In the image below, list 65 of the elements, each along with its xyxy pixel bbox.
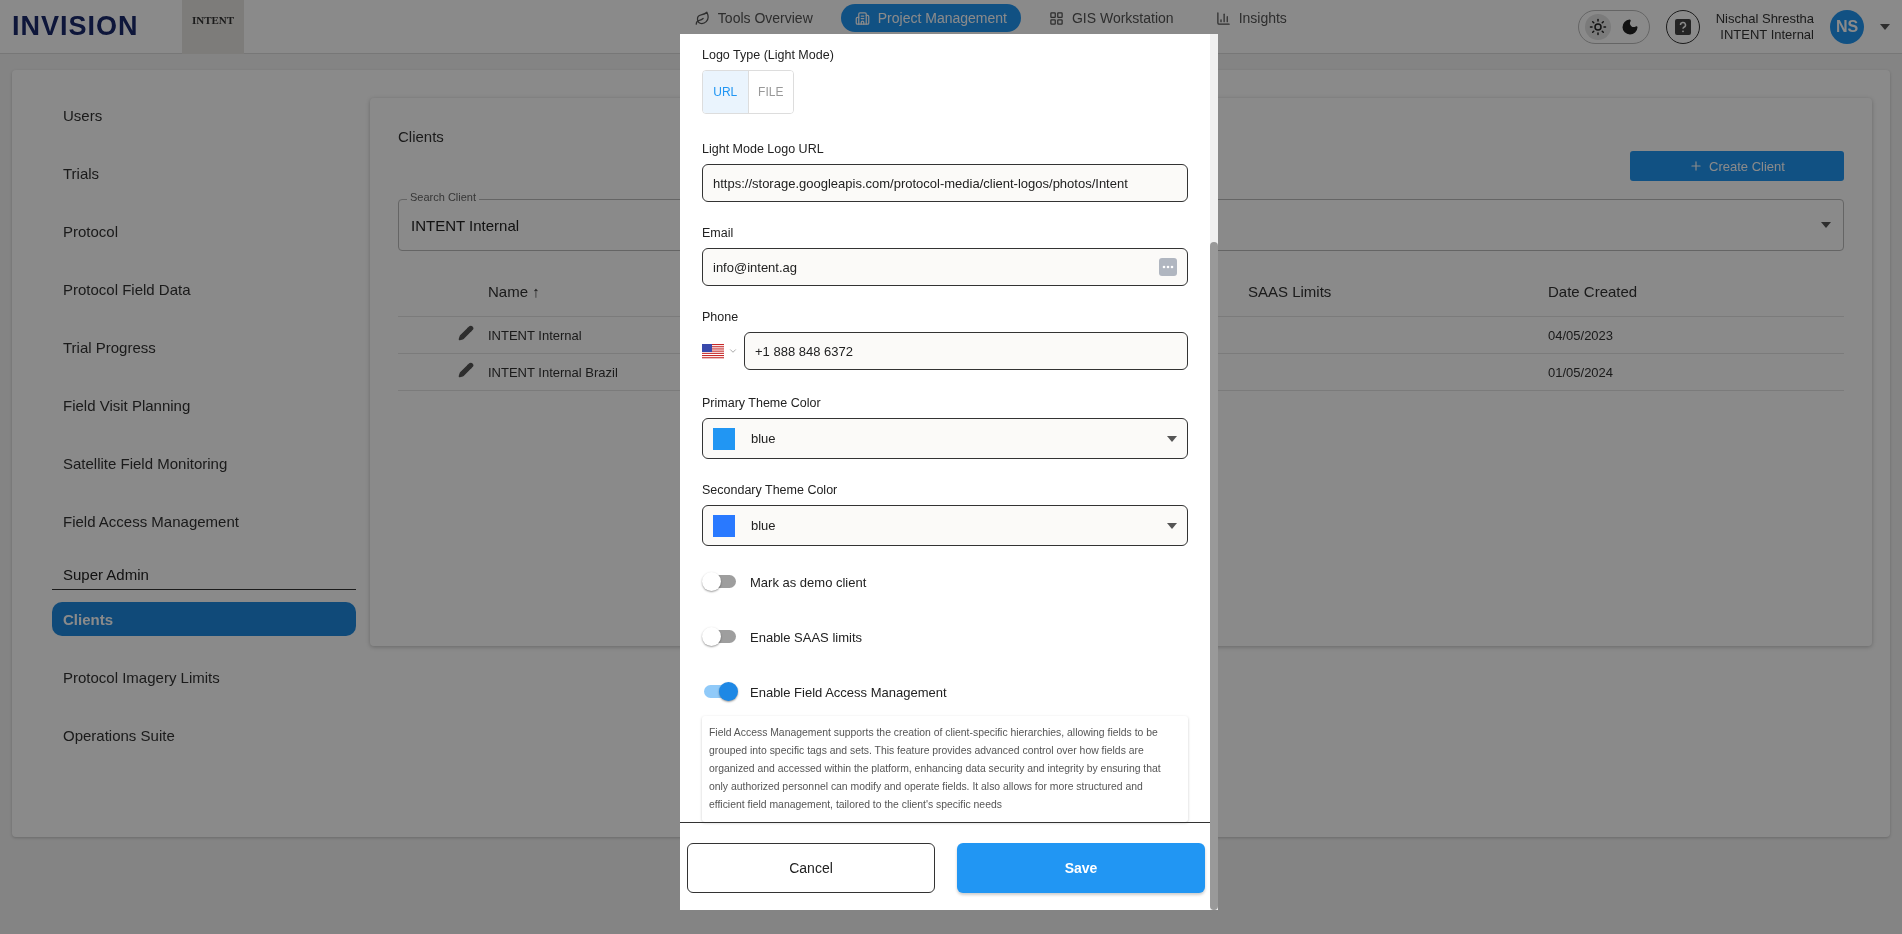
- column-header[interactable]: SAAS Limits: [1248, 283, 1548, 300]
- sun-icon[interactable]: [1584, 13, 1611, 40]
- switch-label: Enable SAAS limits: [750, 629, 862, 645]
- table-cell-text: INTENT Internal Brazil: [488, 364, 619, 380]
- search-label: Search Client: [407, 191, 480, 203]
- nav-tab[interactable]: Tools Overview: [680, 4, 827, 32]
- color-select[interactable]: blue: [702, 505, 1188, 546]
- edit-icon[interactable]: [458, 362, 474, 378]
- phone-input[interactable]: +1 888 848 6372: [744, 332, 1188, 370]
- sidebar-item[interactable]: Protocol Imagery Limits: [52, 660, 356, 694]
- grid-icon: [1048, 10, 1064, 26]
- toggle-switch[interactable]: [702, 627, 738, 647]
- sidebar-item[interactable]: Field Visit Planning: [52, 388, 356, 422]
- sidebar-section: Super Admin: [52, 556, 356, 590]
- sidebar-item[interactable]: Trials: [52, 156, 356, 190]
- field-label: Logo Type (Light Mode): [702, 48, 835, 62]
- color-select[interactable]: blue: [702, 418, 1188, 459]
- help-icon: [1674, 18, 1691, 35]
- url-input[interactable]: https://storage.googleapis.com/protocol-media/client-logos/photos/Intent: [702, 164, 1188, 202]
- table-cell-text: 04/05/2023: [1548, 327, 1615, 343]
- scrollbar-thumb[interactable]: [1210, 242, 1218, 910]
- edit-icon[interactable]: [458, 325, 474, 341]
- panel-title: Clients: [398, 128, 445, 145]
- client-logo: INTENT: [182, 0, 244, 54]
- user-org: INTENT Internal: [1720, 26, 1814, 43]
- plus-icon: [1689, 159, 1704, 173]
- caret-icon: [1167, 435, 1177, 442]
- sidebar-item[interactable]: Satellite Field Monitoring: [52, 446, 356, 480]
- sidebar-item[interactable]: Operations Suite: [52, 718, 356, 752]
- caret-icon: [1167, 522, 1177, 529]
- nav-tab[interactable]: GIS Workstation: [1034, 4, 1188, 32]
- field-label: Email: [702, 226, 735, 240]
- save-button[interactable]: Save: [957, 843, 1205, 893]
- table-cell-text: INTENT Internal: [488, 327, 583, 343]
- caret-icon: [1880, 23, 1890, 30]
- description-text: Field Access Management supports the creation of client-specific hierarchies, allowing fields to be grouped into specific tags and sets. This feature provides advanced control over how fields are organized and accessed within the platform, enhancing data security and integrity by ensuring that only authorized personnel can modify and operate fields. It also allows for more structured and efficient field management, tailored to the client's specific needs: [702, 716, 1188, 822]
- sidebar-item[interactable]: Field Access Management: [52, 504, 356, 538]
- caret-icon: [1821, 222, 1831, 228]
- email-input[interactable]: info@intent.ag: [702, 248, 1188, 286]
- field-label: Phone: [702, 310, 740, 324]
- user-name: Nischal Shrestha: [1715, 10, 1814, 27]
- toggle-switch[interactable]: [702, 572, 738, 592]
- building-icon: [854, 10, 870, 26]
- nav-tab[interactable]: Insights: [1201, 4, 1301, 32]
- column-header[interactable]: Date Created: [1548, 283, 1844, 300]
- leaf-icon: [694, 10, 710, 26]
- field-label: Secondary Theme Color: [702, 483, 839, 497]
- field-label: Light Mode Logo URL: [702, 142, 825, 156]
- field-label: Primary Theme Color: [702, 396, 822, 410]
- sidebar-item[interactable]: Protocol Field Data: [52, 272, 356, 306]
- sidebar-item[interactable]: Clients: [52, 602, 356, 636]
- table-cell-text: 01/05/2024: [1548, 364, 1615, 380]
- toggle-switch[interactable]: [702, 682, 738, 702]
- bar-chart-icon: [1215, 10, 1231, 26]
- search-value: INTENT Internal: [411, 216, 520, 234]
- switch-label: Enable Field Access Management: [750, 684, 947, 700]
- logo-type-option[interactable]: URL: [703, 71, 749, 113]
- us-flag-icon: [702, 343, 724, 359]
- sidebar-item[interactable]: Protocol: [52, 214, 356, 248]
- cancel-button[interactable]: Cancel: [687, 843, 935, 893]
- sidebar-item[interactable]: Trial Progress: [52, 330, 356, 364]
- switch-label: Mark as demo client: [750, 574, 867, 590]
- sidebar-item[interactable]: Users: [52, 98, 356, 132]
- logo: INVISION: [12, 11, 140, 42]
- more-icon: [1159, 258, 1177, 276]
